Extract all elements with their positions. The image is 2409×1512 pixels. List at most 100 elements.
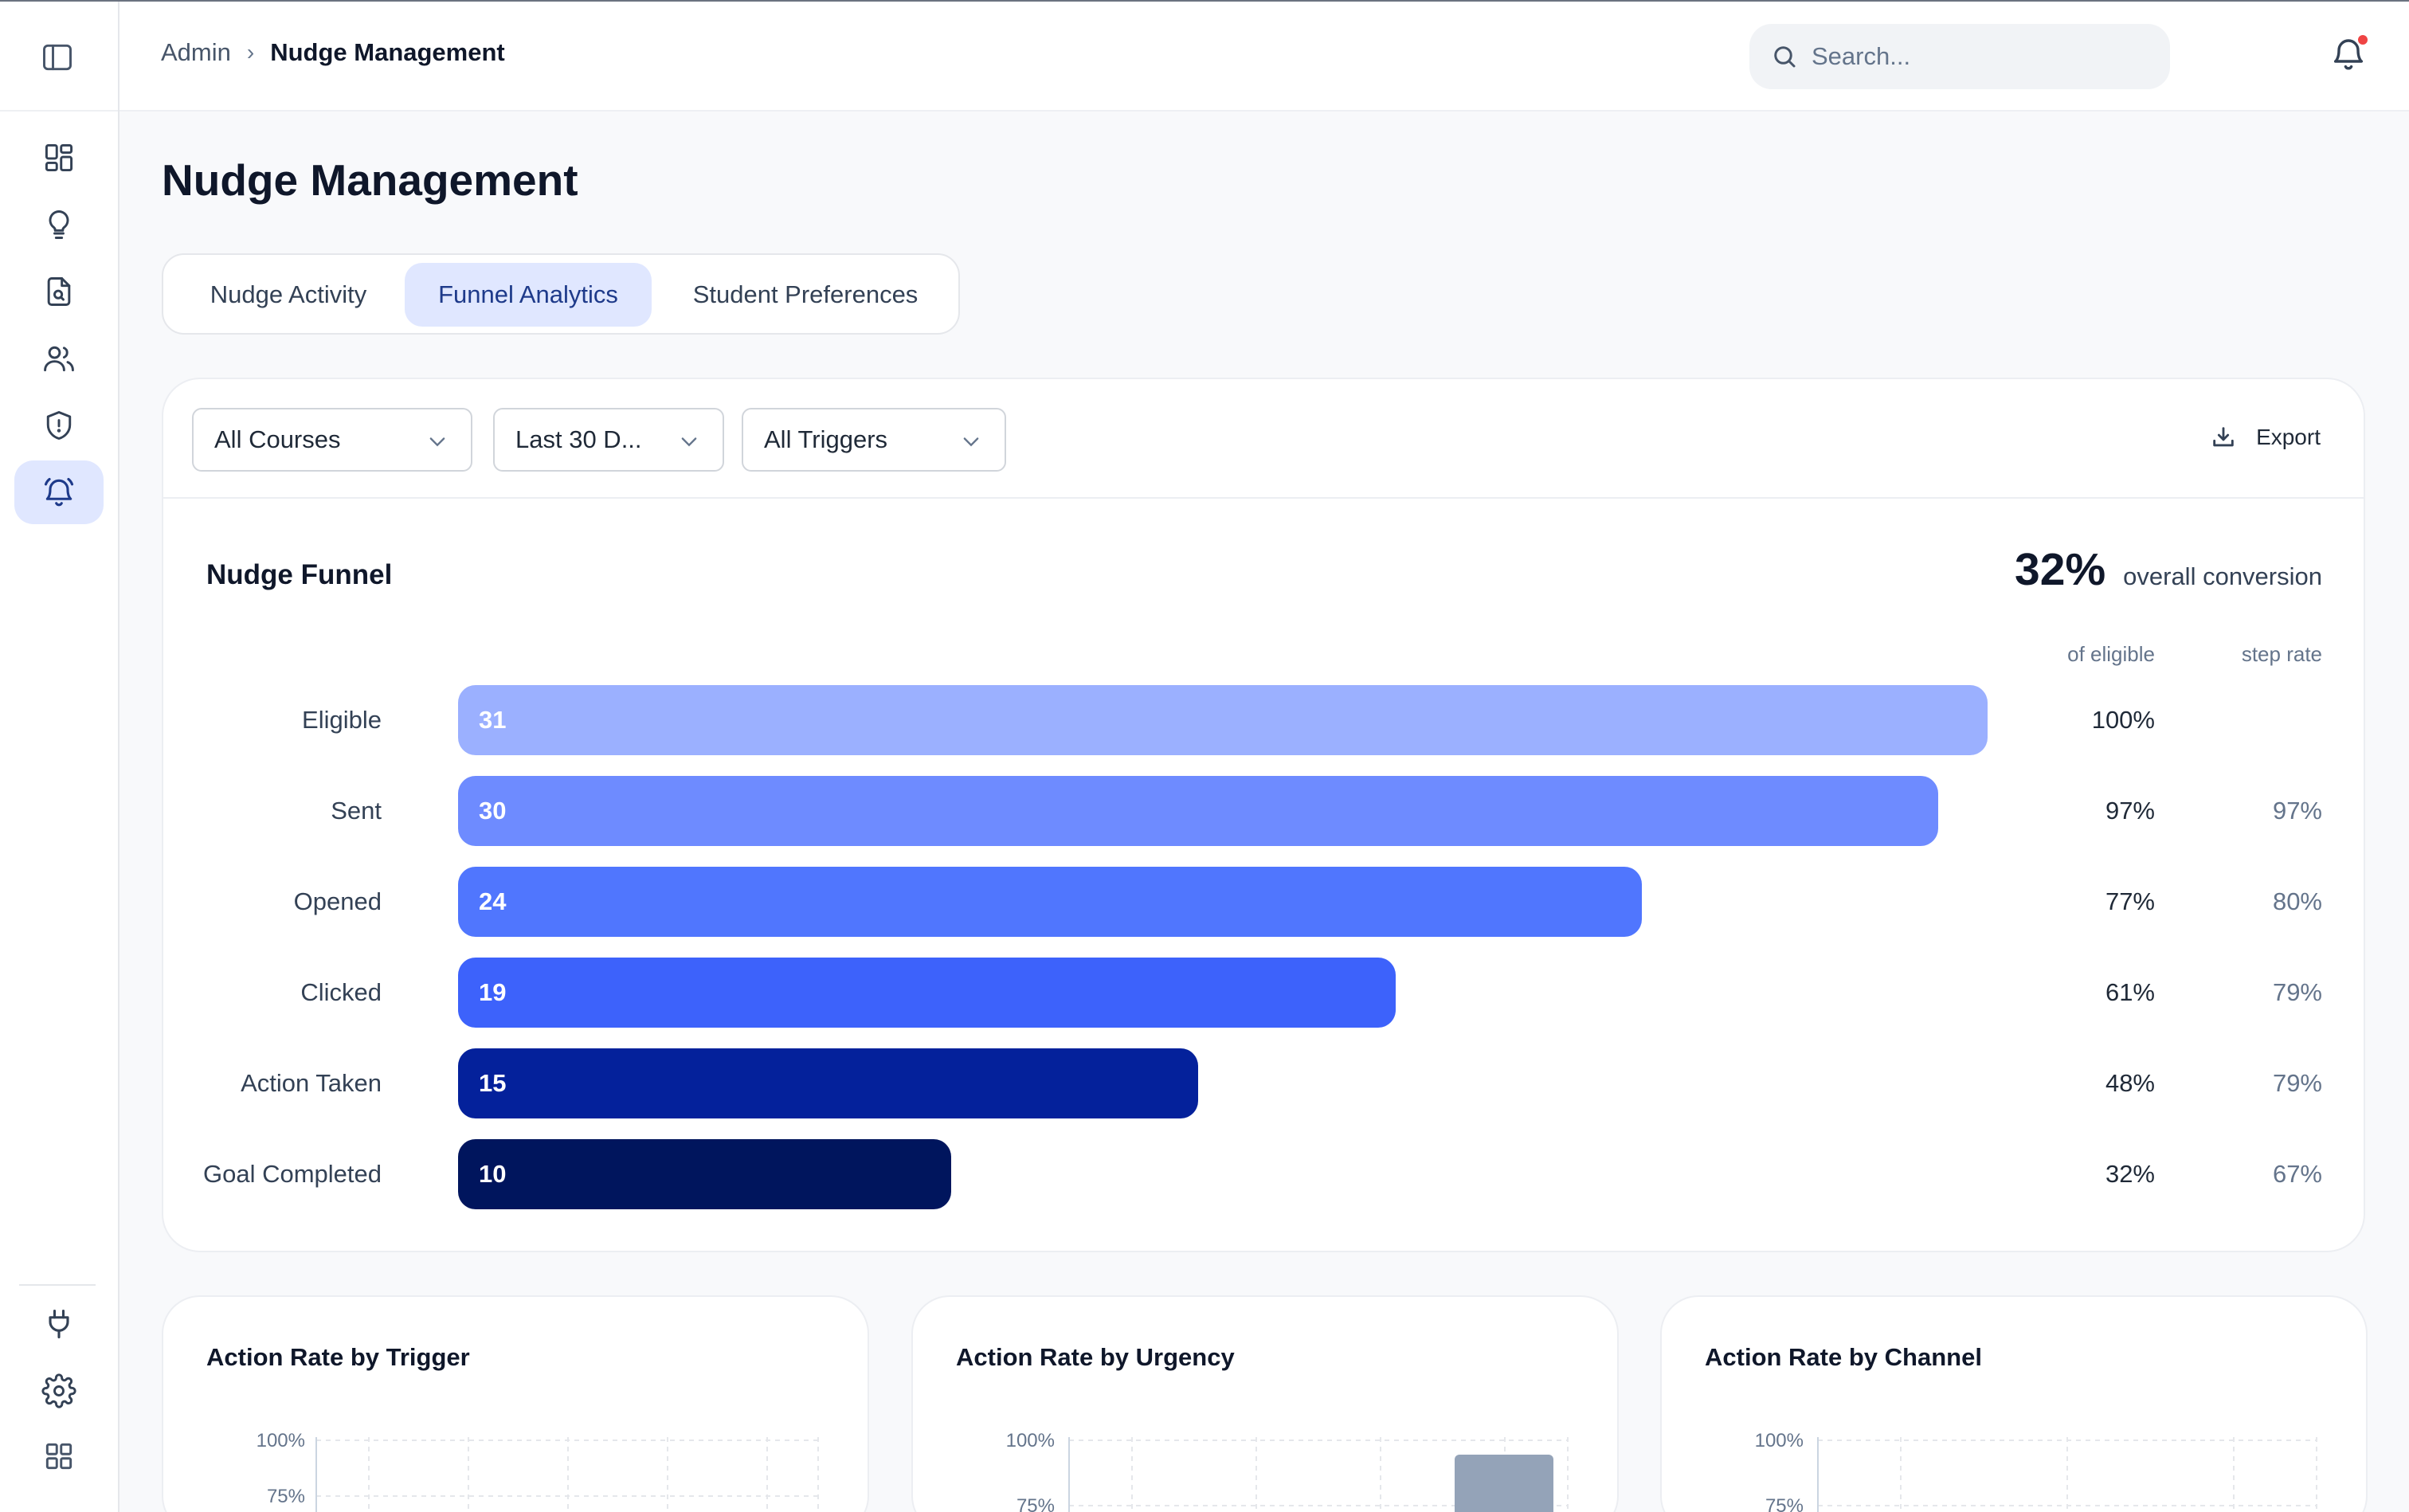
funnel-step-rate-value: 67% [2272,1160,2322,1188]
funnel-stage-label: Sent [331,797,382,825]
funnel-of-eligible-value: 61% [2105,978,2155,1006]
sidebar-divider [19,1284,96,1286]
sidebar [0,2,119,1512]
shield-alert-icon [46,411,72,440]
funnel-bar[interactable]: 19 [458,958,1396,1028]
funnel-step-rate-value: 97% [2272,797,2322,825]
urgency-chart: 100% 75% [1006,1430,1569,1512]
search-input[interactable] [1812,42,2162,71]
channel-chart-card: Action Rate by Channel 100% 75% [1660,1295,2368,1512]
breadcrumb-admin-link[interactable]: Admin [161,38,231,67]
page-title: Nudge Management [162,155,578,205]
funnel-title: Nudge Funnel [206,559,393,590]
funnel-bar-value: 10 [479,1160,507,1188]
channel-chart: 100% 75% [1755,1430,2317,1512]
download-icon [2213,427,2234,447]
tab-nudge-activity[interactable]: Nudge Activity [181,263,396,327]
sidebar-item-security[interactable] [14,394,104,457]
funnel-stage-label: Goal Completed [202,1160,382,1188]
urgency-chart-card: Action Rate by Urgency 100% 75% [911,1295,1619,1512]
tab-student-preferences[interactable]: Student Preferences [662,263,949,327]
funnel-of-eligible-value: 32% [2105,1160,2155,1188]
apps-grid-icon [45,1443,72,1470]
overall-conversion-value: 32% [2015,544,2106,595]
sidebar-item-dashboard[interactable] [14,126,104,190]
funnel-bar-value: 31 [479,706,507,734]
funnel-bar[interactable]: 10 [458,1139,951,1209]
breadcrumb-current: Nudge Management [270,38,505,66]
sidebar-item-settings[interactable] [14,1359,104,1423]
chevron-down-icon [963,437,979,447]
funnel-bar-value: 15 [479,1069,507,1097]
alarm-bell-icon [44,477,74,507]
funnel-bar-value: 30 [479,797,507,825]
users-icon [44,346,74,372]
notifications-button[interactable] [2329,33,2371,78]
sidebar-item-reports[interactable] [14,260,104,323]
period-filter-dropdown[interactable]: Last 30 D... [493,408,724,472]
urgency-chart-title: Action Rate by Urgency [956,1343,1235,1371]
chevron-down-icon [681,437,697,447]
period-filter-value: Last 30 D... [515,425,642,453]
y-tick-label: 75% [267,1486,305,1507]
trigger-chart-card: Action Rate by Trigger 100% 75% [162,1295,869,1512]
funnel-step-rate-value: 79% [2272,1069,2322,1097]
funnel-of-eligible-value: 48% [2105,1069,2155,1097]
sidebar-toggle-icon[interactable] [40,40,78,73]
funnel-stage-label: Action Taken [241,1069,382,1097]
chevron-down-icon [429,437,445,447]
funnel-card: All Courses Last 30 D... All Triggers Ex… [162,378,2365,1252]
funnel-bar-value: 24 [479,887,507,915]
view-tabs: Nudge Activity Funnel Analytics Student … [162,253,960,335]
sidebar-item-nudges[interactable] [14,460,104,524]
y-tick-label: 100% [1755,1430,1804,1451]
export-button[interactable]: Export [2210,424,2321,451]
sidebar-divider [0,110,118,112]
trigger-chart-title: Action Rate by Trigger [206,1343,470,1371]
lightbulb-icon [49,210,69,239]
gear-icon [41,1373,76,1408]
funnel-stage-label: Clicked [300,978,382,1006]
funnel-bar[interactable]: 24 [458,867,1642,937]
breadcrumb-separator: › [246,40,255,65]
dashboard-icon [45,143,73,172]
funnel-stage-label: Eligible [302,706,382,734]
bar[interactable] [1455,1455,1553,1512]
notification-dot [2356,33,2369,46]
tab-funnel-analytics[interactable]: Funnel Analytics [405,263,652,327]
funnel-of-eligible-value: 97% [2105,797,2155,825]
funnel-bar[interactable]: 30 [458,776,1938,846]
funnel-step-rate-value: 80% [2272,887,2322,915]
sidebar-item-integrations[interactable] [14,1292,104,1356]
filters-bar: All Courses Last 30 D... All Triggers Ex… [163,379,2364,499]
channel-chart-title: Action Rate by Channel [1705,1343,1982,1371]
funnel-stage-label: Opened [293,887,382,915]
overall-conversion: 32% overall conversion [2015,543,2322,596]
document-search-icon [47,277,71,306]
sidebar-item-apps[interactable] [14,1426,104,1487]
breadcrumb: Admin › Nudge Management [161,38,505,67]
funnel-step-rate-value: 79% [2272,978,2322,1006]
trigger-chart: 100% 75% [257,1430,819,1512]
y-tick-label: 75% [1016,1495,1055,1512]
search-bar[interactable] [1749,24,2170,89]
funnel-bar-value: 19 [479,978,507,1006]
column-header-of-eligible: of eligible [2067,642,2155,666]
funnel-bar[interactable]: 31 [458,685,1988,755]
trigger-filter-value: All Triggers [764,425,888,453]
sidebar-item-users[interactable] [14,327,104,390]
course-filter-dropdown[interactable]: All Courses [192,408,472,472]
top-header: Admin › Nudge Management [119,2,2409,112]
y-tick-label: 75% [1765,1495,1804,1512]
funnel-of-eligible-value: 100% [2091,706,2155,734]
search-icon [1774,46,1796,68]
y-tick-label: 100% [257,1430,305,1451]
funnel-bar[interactable]: 15 [458,1048,1198,1118]
column-header-step-rate: step rate [2241,642,2322,666]
trigger-filter-dropdown[interactable]: All Triggers [742,408,1006,472]
sidebar-item-insights[interactable] [14,193,104,257]
course-filter-value: All Courses [214,425,341,453]
overall-conversion-label: overall conversion [2123,562,2322,590]
export-label: Export [2256,425,2321,449]
plug-icon [49,1309,69,1339]
